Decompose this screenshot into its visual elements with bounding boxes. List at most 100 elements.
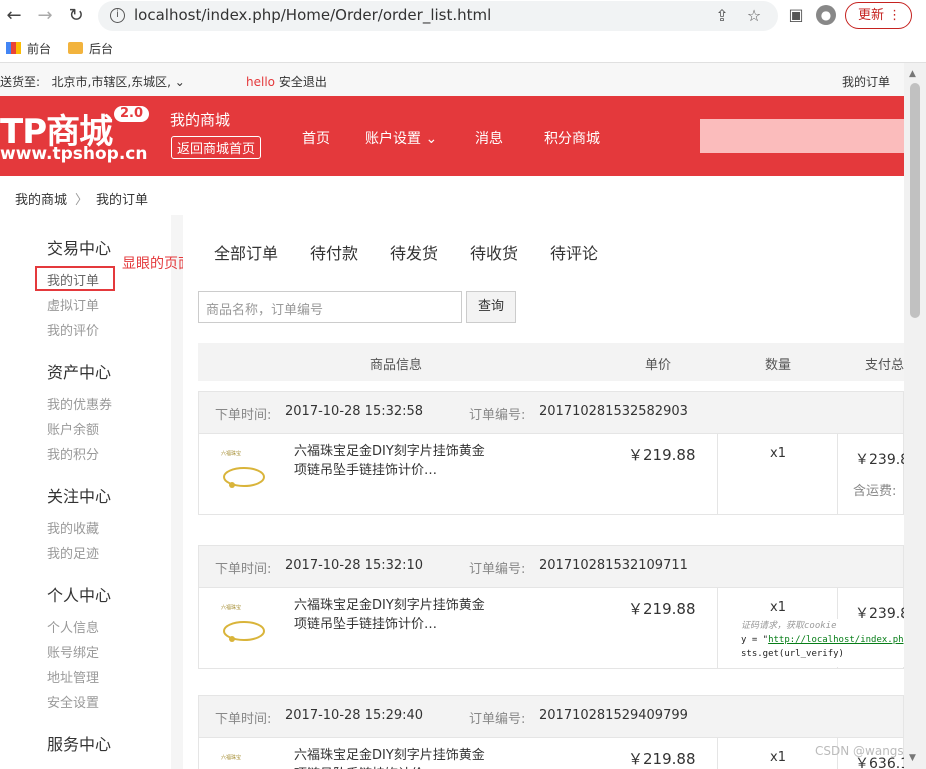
sidebar-item-favorites[interactable]: 我的收藏: [47, 518, 99, 537]
sidebar-item-address[interactable]: 地址管理: [47, 667, 99, 686]
nav-home[interactable]: 首页: [302, 128, 330, 148]
svg-text:六福珠宝: 六福珠宝: [221, 450, 241, 457]
logout-link[interactable]: 安全退出: [279, 75, 327, 89]
order-number[interactable]: 201710281532109711: [539, 558, 688, 573]
annotation-highlight-box: [35, 266, 115, 291]
unit-price: ￥219.88: [628, 600, 696, 618]
svg-text:六福珠宝: 六福珠宝: [221, 604, 241, 611]
order-number[interactable]: 201710281532582903: [539, 404, 688, 419]
share-icon[interactable]: ⇪: [712, 6, 732, 26]
svg-text:六福珠宝: 六福珠宝: [221, 754, 241, 761]
product-thumbnail[interactable]: 六福珠宝: [219, 601, 269, 651]
sidebar-item-footprints[interactable]: 我的足迹: [47, 543, 99, 562]
breadcrumb: 我的商城〉我的订单: [15, 189, 148, 208]
chevron-down-icon: ⌄: [425, 131, 438, 147]
bookmark-frontend[interactable]: 前台: [6, 40, 51, 57]
search-button[interactable]: 查询: [466, 291, 516, 323]
order-header: 下单时间: 2017-10-28 15:32:58 订单编号: 20171028…: [199, 392, 903, 434]
quantity: x1: [770, 750, 786, 765]
breadcrumb-my-store[interactable]: 我的商城: [15, 193, 67, 208]
sidebar-group-trade: 交易中心: [47, 239, 112, 258]
shipping-fee: 含运费:: [853, 484, 897, 499]
divider: [837, 434, 838, 514]
col-product-info: 商品信息: [370, 358, 423, 373]
url-text: localhost/index.php/Home/Order/order_lis…: [134, 6, 492, 24]
chevron-right-icon: 〉: [75, 193, 89, 208]
sidepanel-icon[interactable]: ▣: [786, 5, 806, 25]
order-number[interactable]: 201710281529409799: [539, 708, 688, 723]
product-name-link[interactable]: 六福珠宝足金DIY刻字片挂饰黄金项链吊坠手链挂饰计价…: [294, 596, 494, 634]
order-search-input[interactable]: 商品名称，订单编号: [198, 291, 462, 323]
nav-messages[interactable]: 消息: [475, 128, 503, 148]
delivery-location[interactable]: 送货至: 北京市,市辖区,东城区, ⌄: [0, 73, 185, 90]
back-home-button[interactable]: 返回商城首页: [171, 136, 262, 159]
reload-icon[interactable]: ↻: [64, 4, 88, 28]
bookmarks-bar: 前台 后台: [0, 33, 926, 63]
site-header: TP商城 2.0 www.tpshop.cn 我的商城 返回商城首页 首页 账户…: [0, 96, 904, 176]
order-header: 下单时间: 2017-10-28 15:29:40 订单编号: 20171028…: [199, 696, 903, 738]
sidebar-item-virtual-orders[interactable]: 虚拟订单: [47, 295, 99, 314]
product-thumbnail[interactable]: 六福珠宝: [219, 447, 269, 497]
bookmark-star-icon[interactable]: ☆: [744, 6, 764, 26]
forward-arrow-icon[interactable]: →: [33, 4, 57, 28]
order-card: 下单时间: 2017-10-28 15:32:58 订单编号: 20171028…: [198, 391, 909, 515]
unit-price: ￥219.88: [628, 750, 696, 768]
order-time: 2017-10-28 15:32:58: [285, 404, 424, 419]
csdn-watermark: CSDN @wangsrc: [815, 744, 915, 758]
nav-points-mall[interactable]: 积分商城: [544, 128, 600, 148]
divider: [717, 434, 718, 514]
col-quantity: 数量: [765, 358, 792, 373]
sidebar-item-security[interactable]: 安全设置: [47, 692, 99, 711]
sidebar-item-profile[interactable]: 个人信息: [47, 617, 99, 636]
product-name-link[interactable]: 六福珠宝足金DIY刻字片挂饰黄金项链吊坠手链挂饰计价…: [294, 442, 494, 480]
my-store-title: 我的商城: [170, 111, 231, 129]
page-scrollbar[interactable]: ▲ ▼: [904, 63, 926, 769]
sidebar-group-personal: 个人中心: [47, 586, 112, 605]
code-snippet-overlay: 证码请求，获取cookie y = "http://localhost/inde…: [741, 619, 904, 667]
order-time: 2017-10-28 15:32:10: [285, 558, 424, 573]
order-header: 下单时间: 2017-10-28 15:32:10 订单编号: 20171028…: [199, 546, 903, 588]
nav-account-settings[interactable]: 账户设置 ⌄: [365, 128, 437, 148]
address-bar[interactable]: i localhost/index.php/Home/Order/order_l…: [98, 1, 778, 31]
browser-toolbar: ← → ↻ i localhost/index.php/Home/Order/o…: [0, 0, 926, 33]
divider: [717, 738, 718, 769]
sidebar-group-service: 服务中心: [47, 735, 112, 754]
topbar-my-orders-link[interactable]: 我的订单: [842, 73, 890, 90]
site-domain: www.tpshop.cn: [0, 144, 148, 164]
scroll-down-icon[interactable]: ▼: [909, 753, 916, 763]
tab-pending-receipt[interactable]: 待收货: [470, 240, 518, 264]
sidebar-group-assets: 资产中心: [47, 363, 112, 382]
profile-avatar-icon[interactable]: ●: [816, 5, 836, 25]
product-name-link[interactable]: 六福珠宝足金DIY刻字片挂饰黄金项链吊坠手链挂饰计价…: [294, 746, 494, 769]
product-thumbnail[interactable]: 六福珠宝: [219, 751, 269, 769]
bookmark-backend[interactable]: 后台: [68, 40, 113, 57]
tab-pending-shipment[interactable]: 待发货: [390, 240, 438, 264]
back-arrow-icon[interactable]: ←: [2, 4, 26, 28]
tab-pending-payment[interactable]: 待付款: [310, 240, 358, 264]
quantity: x1: [770, 600, 786, 615]
sidebar-item-account-binding[interactable]: 账号绑定: [47, 642, 99, 661]
total-paid: ￥239.8: [855, 452, 910, 468]
order-card: 下单时间: 2017-10-28 15:29:40 订单编号: 20171028…: [198, 695, 909, 769]
order-time: 2017-10-28 15:29:40: [285, 708, 424, 723]
unit-price: ￥219.88: [628, 446, 696, 464]
apps-icon: [6, 42, 21, 54]
scrollbar-thumb[interactable]: [910, 83, 920, 318]
tab-all-orders[interactable]: 全部订单: [214, 240, 278, 264]
sidebar-item-balance[interactable]: 账户余额: [47, 419, 99, 438]
site-topbar: 送货至: 北京市,市辖区,东城区, ⌄ hello 安全退出 我的订单: [0, 63, 904, 96]
update-button[interactable]: 更新 ⋮: [845, 2, 912, 29]
quantity: x1: [770, 446, 786, 461]
user-greeting: hello 安全退出: [246, 75, 327, 89]
breadcrumb-my-orders[interactable]: 我的订单: [96, 193, 148, 208]
sidebar-item-my-reviews[interactable]: 我的评价: [47, 320, 99, 339]
sidebar-item-coupons[interactable]: 我的优惠券: [47, 394, 112, 413]
folder-icon: [68, 42, 83, 54]
version-badge: 2.0: [114, 106, 150, 122]
scroll-up-icon[interactable]: ▲: [909, 69, 916, 79]
site-info-icon[interactable]: i: [110, 8, 125, 23]
tab-pending-review[interactable]: 待评论: [550, 240, 598, 264]
order-table-header: 商品信息 单价 数量 支付总: [198, 343, 904, 381]
header-search-input[interactable]: [700, 119, 904, 153]
sidebar-item-points[interactable]: 我的积分: [47, 444, 99, 463]
